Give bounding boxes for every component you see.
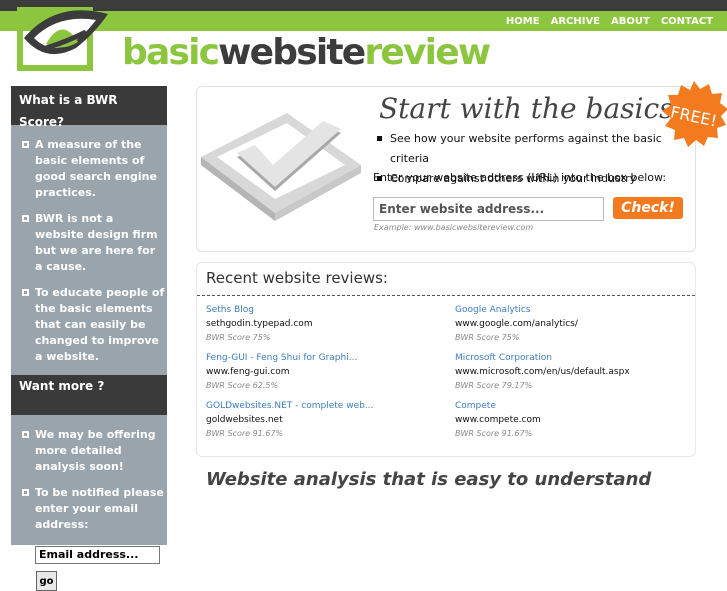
email-field[interactable]: [35, 545, 160, 564]
list-item: See how your website performs against th…: [377, 129, 695, 169]
list-item: A measure of the basic elements of good …: [11, 137, 167, 201]
review-score: BWR Score 91.67%: [455, 429, 533, 438]
email-row: [11, 543, 167, 565]
review-score: BWR Score 75%: [455, 333, 520, 342]
nav-home-link[interactable]: HOME: [506, 16, 540, 27]
sidebar-heading-bwr-score: What is a BWR Score?: [11, 86, 167, 129]
bullet-icon: [22, 289, 29, 296]
url-prompt: Enter your website address (URL) into th…: [373, 171, 667, 184]
list-item-text: We may be offering more detailed analysi…: [35, 428, 156, 473]
review-score: BWR Score 62.5%: [206, 381, 279, 390]
list-item-text: To be notified please enter your email a…: [35, 486, 164, 531]
recent-reviews-title: Recent website reviews:: [206, 269, 388, 287]
free-badge: FREE!: [662, 81, 727, 147]
review-url: www.google.com/analytics/: [455, 319, 578, 329]
bullet-icon: [22, 215, 29, 222]
review-item: Compete www.compete.com BWR Score 91.67%: [455, 400, 695, 440]
sidebar-heading-want-more: Want more ?: [11, 375, 167, 415]
nav-about-link[interactable]: ABOUT: [611, 16, 650, 27]
list-item-text: A measure of the basic elements of good …: [35, 138, 157, 199]
wordmark-review: review: [364, 32, 491, 73]
review-url: www.compete.com: [455, 415, 541, 425]
go-button[interactable]: go: [36, 571, 57, 591]
list-item-text: To educate people of the basic elements …: [35, 286, 165, 363]
review-score: BWR Score 75%: [206, 333, 271, 342]
review-url: goldwebsites.net: [206, 415, 283, 425]
list-item: We may be offering more detailed analysi…: [11, 427, 167, 475]
review-title-link[interactable]: Compete: [455, 400, 695, 413]
recent-reviews-panel: Recent website reviews: Seths Blog sethg…: [196, 262, 696, 457]
review-url: www.microsoft.com/en/us/default.aspx: [455, 367, 630, 377]
url-check-panel: Start with the basics See how your websi…: [196, 86, 696, 252]
review-title-link[interactable]: Google Analytics: [455, 304, 695, 317]
bullet-icon: [22, 489, 29, 496]
review-item: Microsoft Corporation www.microsoft.com/…: [455, 352, 695, 392]
url-input[interactable]: [373, 197, 604, 221]
review-title-link[interactable]: GOLDwebsites.NET - complete web...: [206, 400, 446, 413]
bullet-icon: [22, 550, 29, 557]
review-item: GOLDwebsites.NET - complete web... goldw…: [206, 400, 446, 440]
bullet-icon: [22, 141, 29, 148]
nav-archive-link[interactable]: ARCHIVE: [551, 16, 600, 27]
review-url: www.feng-gui.com: [206, 367, 290, 377]
review-url: sethgodin.typepad.com: [206, 319, 313, 329]
review-score: BWR Score 79.17%: [455, 381, 533, 390]
wordmark-basic: basic: [122, 32, 220, 73]
review-title-link[interactable]: Feng-GUI - Feng Shui for Graphi...: [206, 352, 446, 365]
want-more-list: We may be offering more detailed analysi…: [11, 415, 167, 533]
list-item: To be notified please enter your email a…: [11, 485, 167, 533]
url-example: Example: www.basicwebsitereview.com: [374, 223, 534, 232]
review-title-link[interactable]: Seths Blog: [206, 304, 446, 317]
bwr-score-list: A measure of the basic elements of good …: [11, 125, 167, 365]
review-item: Google Analytics www.google.com/analytic…: [455, 304, 695, 344]
site-wordmark[interactable]: basicwebsitereview: [122, 30, 491, 76]
review-title-link[interactable]: Microsoft Corporation: [455, 352, 695, 365]
check-button[interactable]: Check!: [613, 197, 683, 219]
wordmark-website: website: [218, 32, 366, 73]
list-item: BWR is not a website design firm but we …: [11, 211, 167, 275]
hero-title: Start with the basics: [379, 92, 674, 125]
sidebar: What is a BWR Score? A measure of the ba…: [11, 86, 167, 591]
list-item-text: BWR is not a website design firm but we …: [35, 212, 158, 273]
tagline: Website analysis that is easy to underst…: [206, 469, 652, 490]
main-nav: HOME ARCHIVE ABOUT CONTACT: [506, 11, 713, 31]
review-score: BWR Score 91.67%: [206, 429, 284, 438]
list-item: To educate people of the basic elements …: [11, 285, 167, 365]
nav-contact-link[interactable]: CONTACT: [661, 16, 713, 27]
bullet-icon: [22, 431, 29, 438]
eye-logo-icon[interactable]: [16, 4, 112, 72]
review-item: Seths Blog sethgodin.typepad.com BWR Sco…: [206, 304, 446, 344]
checkbox-check-icon: [201, 113, 361, 221]
dashed-divider: [197, 295, 695, 296]
review-item: Feng-GUI - Feng Shui for Graphi... www.f…: [206, 352, 446, 392]
